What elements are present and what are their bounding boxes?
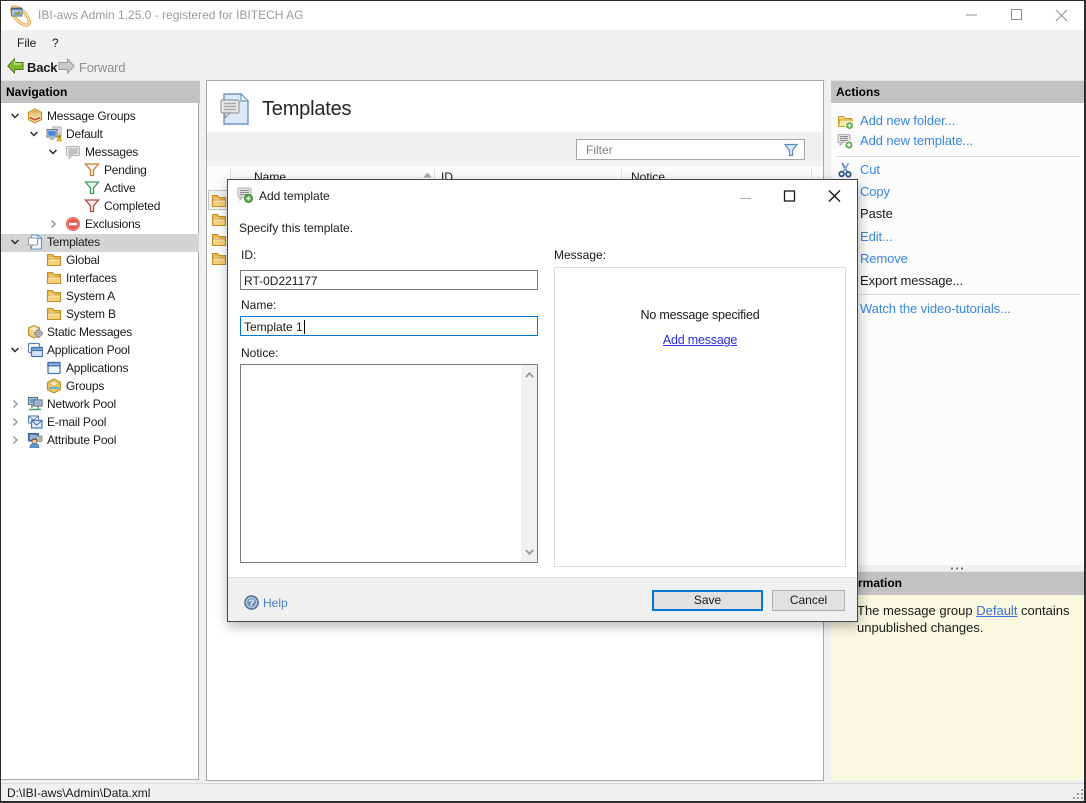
svg-text:?: ? (249, 598, 255, 609)
